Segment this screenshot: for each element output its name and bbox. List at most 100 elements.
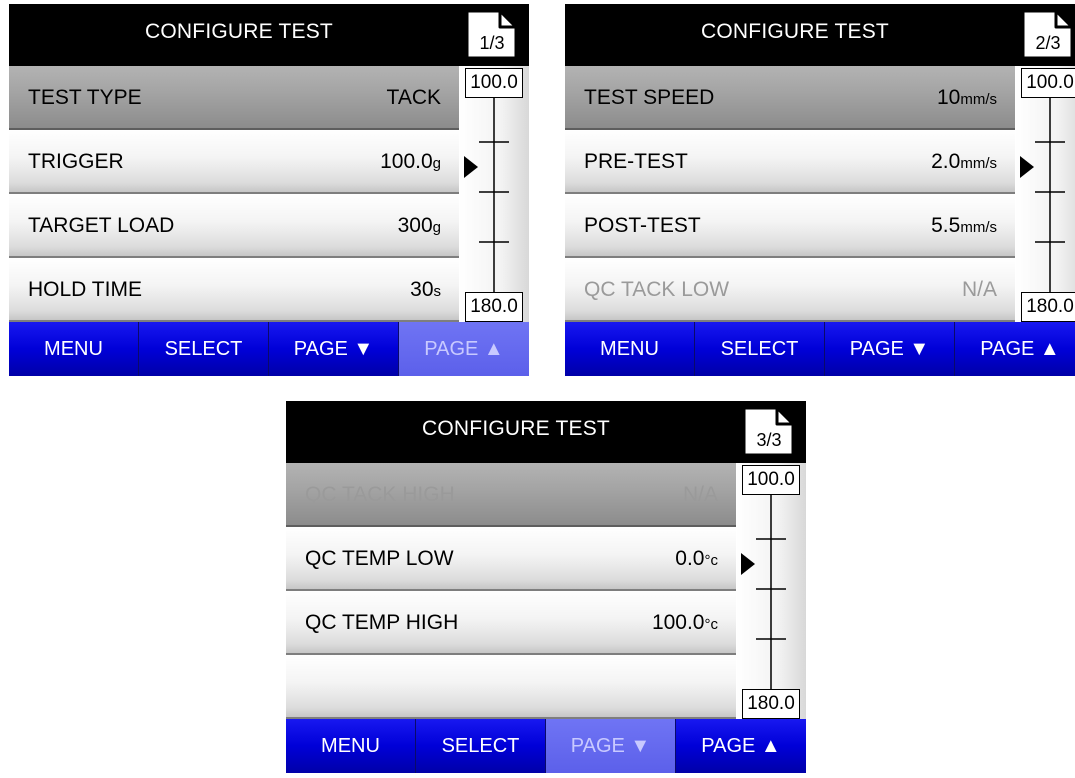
screen-title: CONFIGURE TEST <box>701 20 889 43</box>
setting-value-number: 300 <box>397 214 433 237</box>
menu-button[interactable]: MENU <box>9 322 138 376</box>
softkey-divider <box>824 322 825 376</box>
setting-value-number: 30 <box>410 278 434 301</box>
setting-value-number: 5.5 <box>931 214 961 237</box>
softkey-bar: MENU SELECT PAGE ▼ PAGE ▲ <box>286 719 806 773</box>
setting-value: TACK <box>387 66 441 128</box>
softkey-bar: MENU SELECT PAGE ▼ PAGE ▲ <box>565 322 1075 376</box>
setting-unit: g <box>432 219 441 236</box>
settings-list: QC TACK HIGH N/A QC TEMP LOW 0.0°c QC TE… <box>286 463 736 719</box>
select-button[interactable]: SELECT <box>139 322 268 376</box>
title-bar: CONFIGURE TEST 3/3 <box>286 401 806 463</box>
setting-label: TEST SPEED <box>584 86 715 109</box>
page-up-button[interactable]: PAGE ▲ <box>399 322 529 376</box>
setting-row[interactable]: PRE-TEST 2.0mm/s <box>565 130 1015 194</box>
setting-label: TRIGGER <box>28 150 124 173</box>
softkey-divider <box>398 322 399 376</box>
setting-label: QC TACK HIGH <box>305 483 455 506</box>
setting-value-number: 0.0 <box>675 547 705 570</box>
screen-title: CONFIGURE TEST <box>422 417 610 440</box>
select-button[interactable]: SELECT <box>695 322 824 376</box>
page-indicator-icon: 3/3 <box>741 405 797 458</box>
softkey-bar: MENU SELECT PAGE ▼ PAGE ▲ <box>9 322 529 376</box>
setting-row[interactable]: POST-TEST 5.5mm/s <box>565 194 1015 258</box>
setting-value: 100.0g <box>380 130 441 192</box>
page-down-button[interactable]: PAGE ▼ <box>269 322 398 376</box>
screen-page-2: CONFIGURE TEST 2/3 TEST SPEED 10mm/s PRE… <box>565 4 1075 376</box>
select-button[interactable]: SELECT <box>416 719 545 773</box>
setting-row[interactable] <box>286 655 736 719</box>
page-down-button[interactable]: PAGE ▼ <box>546 719 675 773</box>
setting-label: PRE-TEST <box>584 150 688 173</box>
softkey-divider <box>954 322 955 376</box>
setting-value-number: N/A <box>961 278 997 301</box>
menu-button[interactable]: MENU <box>565 322 694 376</box>
setting-unit: °c <box>704 552 719 569</box>
setting-unit: mm/s <box>960 155 997 172</box>
setting-value: N/A <box>683 463 718 525</box>
setting-label: POST-TEST <box>584 214 701 237</box>
gauge-bottom-value: 180.0 <box>742 689 800 719</box>
setting-value-number: 2.0 <box>931 150 961 173</box>
setting-unit: mm/s <box>960 219 997 236</box>
page-indicator: 2/3 <box>1035 33 1061 53</box>
gauge-top-value: 100.0 <box>465 68 523 98</box>
gauge-pointer-icon <box>464 156 478 178</box>
menu-button[interactable]: MENU <box>286 719 415 773</box>
setting-row[interactable]: HOLD TIME 30s <box>9 258 459 322</box>
setting-value-number: TACK <box>386 86 441 109</box>
setting-value: 10mm/s <box>937 66 997 128</box>
setting-row[interactable]: QC TACK LOW N/A <box>565 258 1015 322</box>
page-up-button[interactable]: PAGE ▲ <box>955 322 1075 376</box>
setting-label: QC TACK LOW <box>584 278 730 301</box>
softkey-divider <box>545 719 546 773</box>
softkey-divider <box>268 322 269 376</box>
setting-row[interactable]: QC TEMP LOW 0.0°c <box>286 527 736 591</box>
settings-list: TEST SPEED 10mm/s PRE-TEST 2.0mm/s POST-… <box>565 66 1015 322</box>
settings-list: TEST TYPE TACK TRIGGER 100.0g TARGET LOA… <box>9 66 459 322</box>
setting-unit: g <box>432 155 441 172</box>
setting-row[interactable]: TRIGGER 100.0g <box>9 130 459 194</box>
setting-value: 300g <box>398 194 441 256</box>
setting-value-number: N/A <box>682 483 718 506</box>
gauge-bottom-value: 180.0 <box>465 292 523 322</box>
setting-value-number: 100.0 <box>651 611 705 634</box>
title-bar: CONFIGURE TEST 2/3 <box>565 4 1075 66</box>
gauge-pointer-icon <box>1020 156 1034 178</box>
page-indicator: 1/3 <box>479 33 505 53</box>
scroll-gauge[interactable]: 100.0 180.0 <box>459 66 529 322</box>
page-down-button[interactable]: PAGE ▼ <box>825 322 954 376</box>
setting-row[interactable]: QC TACK HIGH N/A <box>286 463 736 527</box>
setting-value: 5.5mm/s <box>931 194 997 256</box>
gauge-axis <box>479 98 509 292</box>
setting-value-number: 10 <box>936 86 961 109</box>
softkey-divider <box>138 322 139 376</box>
setting-row[interactable]: TEST TYPE TACK <box>9 66 459 130</box>
setting-label: QC TEMP HIGH <box>305 611 459 634</box>
setting-value: 2.0mm/s <box>931 130 997 192</box>
scroll-gauge[interactable]: 100.0 180.0 <box>1015 66 1075 322</box>
softkey-divider <box>415 719 416 773</box>
gauge-bottom-value: 180.0 <box>1021 292 1075 322</box>
gauge-top-value: 100.0 <box>742 465 800 495</box>
screen-title: CONFIGURE TEST <box>145 20 333 43</box>
page-indicator-icon: 1/3 <box>464 8 520 61</box>
setting-label: QC TEMP LOW <box>305 547 454 570</box>
page-up-button[interactable]: PAGE ▲ <box>676 719 806 773</box>
scroll-gauge[interactable]: 100.0 180.0 <box>736 463 806 719</box>
configure-test-screen: CONFIGURE TEST 1/3 TEST TYPE TACK TRIGGE… <box>9 4 529 376</box>
setting-row[interactable]: TARGET LOAD 300g <box>9 194 459 258</box>
setting-value-number: 100.0 <box>380 150 433 173</box>
setting-row[interactable]: QC TEMP HIGH 100.0°c <box>286 591 736 655</box>
configure-test-screen: CONFIGURE TEST 2/3 TEST SPEED 10mm/s PRE… <box>565 4 1075 376</box>
setting-label: TEST TYPE <box>28 86 142 109</box>
setting-value: 0.0°c <box>675 527 718 589</box>
page-indicator-icon: 2/3 <box>1020 8 1075 61</box>
setting-value: 100.0°c <box>652 591 718 653</box>
setting-unit: mm/s <box>960 91 997 108</box>
page-indicator: 3/3 <box>756 430 782 450</box>
setting-label: HOLD TIME <box>28 278 142 301</box>
setting-unit: °c <box>704 616 719 633</box>
setting-row[interactable]: TEST SPEED 10mm/s <box>565 66 1015 130</box>
softkey-divider <box>675 719 676 773</box>
